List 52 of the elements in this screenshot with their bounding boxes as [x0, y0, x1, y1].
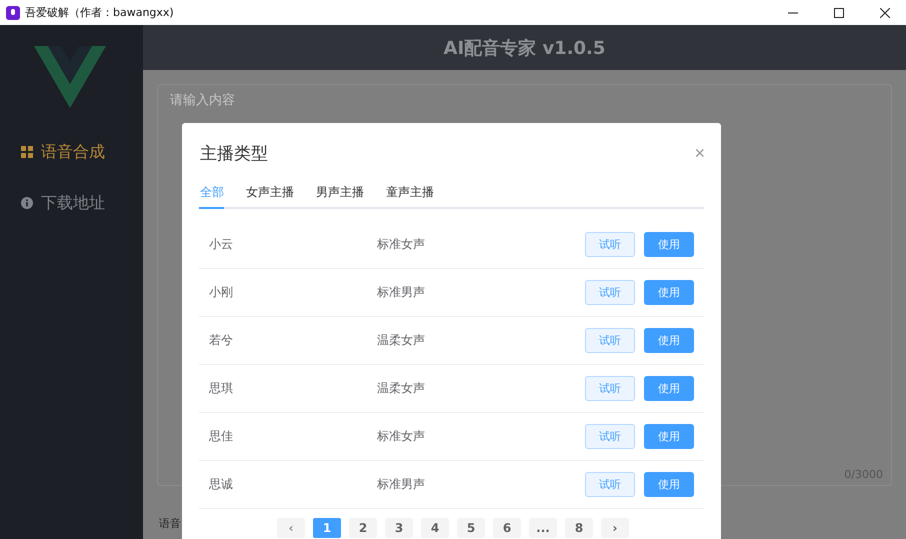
maximize-icon[interactable] [834, 8, 844, 18]
voice-name: 思诚 [208, 476, 234, 493]
section-label: 语音 [159, 516, 181, 531]
voice-type: 温柔女声 [377, 380, 426, 397]
use-button[interactable]: 使用 [644, 376, 694, 401]
use-button[interactable]: 使用 [644, 232, 694, 257]
tab[interactable]: 童声主播 [386, 183, 434, 209]
nav-item[interactable]: 下载地址 [0, 193, 143, 213]
page-button[interactable]: 1 [313, 518, 341, 538]
nav-item[interactable]: 语音合成 [0, 142, 143, 162]
tab[interactable]: 全部 [199, 183, 224, 209]
voice-name: 小刚 [208, 284, 234, 301]
tab[interactable]: 男声主播 [316, 183, 364, 209]
window-title: 吾爱破解（作者：bawangxx) [25, 5, 174, 20]
voice-type: 温柔女声 [377, 332, 426, 349]
next-page-button[interactable]: › [601, 518, 629, 538]
info-icon [21, 197, 33, 209]
close-icon[interactable] [880, 8, 890, 18]
voice-type: 标准男声 [377, 284, 426, 301]
close-button[interactable]: × [694, 142, 705, 164]
voice-name: 思佳 [208, 428, 234, 445]
placeholder-text: 请输入内容 [170, 92, 235, 109]
use-button[interactable]: 使用 [644, 280, 694, 305]
use-button[interactable]: 使用 [644, 472, 694, 497]
preview-button[interactable]: 试听 [585, 328, 635, 353]
page-button[interactable]: 2 [349, 518, 377, 538]
page-button[interactable]: 5 [457, 518, 485, 538]
preview-button[interactable]: 试听 [585, 472, 635, 497]
use-button[interactable]: 使用 [644, 424, 694, 449]
logo-icon [34, 46, 106, 108]
preview-button[interactable]: 试听 [585, 376, 635, 401]
voice-name: 思琪 [208, 380, 234, 397]
use-button[interactable]: 使用 [644, 328, 694, 353]
app-icon [6, 6, 20, 20]
voice-type: 标准女声 [377, 428, 426, 445]
grid-icon [21, 146, 33, 158]
prev-page-button[interactable]: ‹ [277, 518, 305, 538]
preview-button[interactable]: 试听 [585, 424, 635, 449]
voice-type: 标准男声 [377, 476, 426, 493]
page-button[interactable]: 8 [565, 518, 593, 538]
preview-button[interactable]: 试听 [585, 232, 635, 257]
app-title: AI配音专家 v1.0.5 [444, 36, 606, 60]
preview-button[interactable]: 试听 [585, 280, 635, 305]
page-button[interactable]: 3 [385, 518, 413, 538]
tab[interactable]: 女声主播 [246, 183, 294, 209]
voice-name: 若兮 [208, 332, 234, 349]
voice-type: 标准女声 [377, 236, 426, 253]
page-button[interactable]: 4 [421, 518, 449, 538]
voice-name: 小云 [208, 236, 234, 253]
page-button[interactable]: 6 [493, 518, 521, 538]
dialog-title: 主播类型 [199, 142, 268, 164]
page-button[interactable]: ... [529, 518, 557, 538]
